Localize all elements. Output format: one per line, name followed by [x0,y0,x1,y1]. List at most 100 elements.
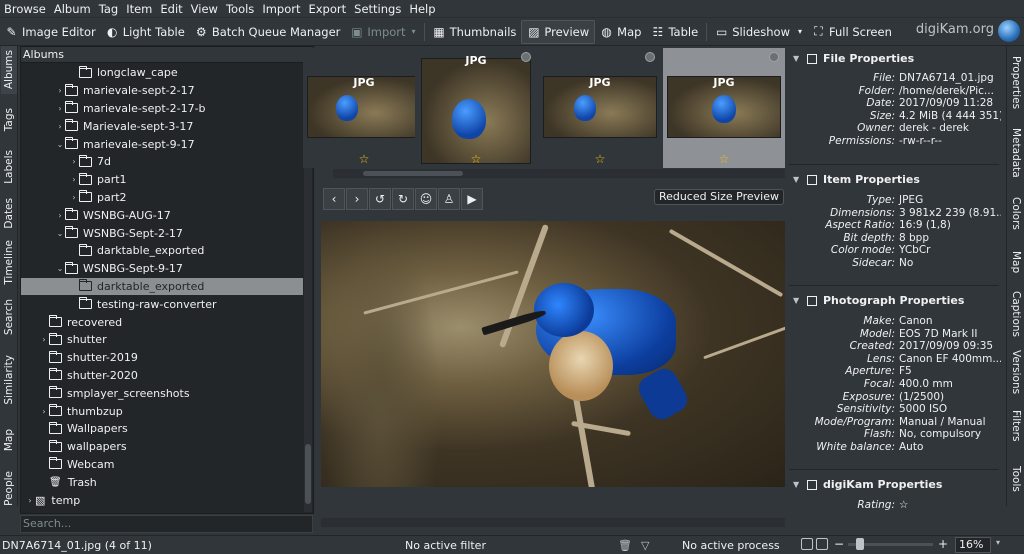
album-tree-item[interactable]: ⌄ marievale-sept-9-17 [21,135,303,153]
chevron-right-icon[interactable]: › [55,211,65,220]
album-tree-item[interactable]: recovered [21,313,303,331]
status-filter[interactable]: No active filter [405,539,486,552]
thumbnail-strip-scrollbar[interactable] [333,169,785,178]
menu-album[interactable]: Album [50,2,95,16]
sidebar-tab-search[interactable]: Search [1,290,17,344]
next-image-button[interactable]: › [346,188,368,210]
chevron-right-icon[interactable]: › [69,175,79,184]
album-tree-item[interactable]: shutter-2019 [21,349,303,367]
scrollbar-thumb[interactable] [363,171,463,176]
album-tree-item[interactable]: darktable_exported [21,277,303,296]
album-tree-item[interactable]: › 7d [21,153,303,171]
thumbnail-item-selected[interactable]: JPG ☆ [663,48,785,168]
menu-edit[interactable]: Edit [156,2,186,16]
album-tree-item[interactable]: Webcam [21,456,303,474]
thumbnails-button[interactable]: ▦ Thumbnails [428,20,522,44]
menu-view[interactable]: View [187,2,222,16]
zoom-100-icon[interactable] [816,538,828,550]
table-button[interactable]: ☷ Table [646,20,703,44]
zoom-in-icon[interactable]: + [938,537,948,551]
right-tab-properties[interactable]: Properties [1008,48,1024,118]
image-preview[interactable] [321,221,785,487]
sidebar-tab-timeline[interactable]: Timeline [1,236,17,288]
album-tree-item[interactable]: › thumbzup [21,402,303,420]
menu-item[interactable]: Item [122,2,156,16]
chevron-down-icon[interactable]: ⌄ [55,229,65,238]
album-tree-item[interactable]: › WSNBG-AUG-17 [21,206,303,224]
album-tree-item[interactable]: › ▧ temp [21,491,303,509]
album-tree-item[interactable]: › marievale-sept-2-17 [21,82,303,100]
rating-star-icon[interactable]: ☆ [539,152,661,166]
batch-queue-button[interactable]: ⚙ Batch Queue Manager [190,20,346,44]
album-tree-item[interactable]: › marievale-sept-2-17-b [21,100,303,118]
slideshow-button[interactable]: ▭ Slideshow ▾ [710,20,807,44]
digikam-properties-header[interactable]: ▼ digiKam Properties [793,478,999,491]
album-tree-item[interactable]: › shutter [21,331,303,349]
right-tab-colors[interactable]: Colors [1008,188,1024,238]
scrollbar-thumb[interactable] [305,444,311,504]
thumbnail-item-current[interactable]: JPG ☆ [415,48,537,168]
add-face-button[interactable]: ♙ [438,188,460,210]
rating-star-icon[interactable]: ☆ [415,152,537,166]
import-button[interactable]: ▣ Import ▾ [345,20,420,44]
filter-icon[interactable]: ▽ [641,539,649,552]
rating-star-icon[interactable]: ☆ [663,152,785,166]
menu-tools[interactable]: Tools [222,2,258,16]
rating-star-icon[interactable]: ☆ [303,152,425,166]
image-editor-button[interactable]: ✎ Image Editor [0,20,101,44]
chevron-right-icon[interactable]: › [55,122,65,131]
right-tab-map[interactable]: Map [1008,242,1024,282]
rotate-right-button[interactable]: ↻ [392,188,414,210]
face-tag-button[interactable]: ☺ [415,188,437,210]
thumbnail-item[interactable]: JPG ☆ [303,48,425,168]
chevron-right-icon[interactable]: › [55,104,65,113]
previous-image-button[interactable]: ‹ [323,188,345,210]
sidebar-tab-dates[interactable]: Dates [1,192,17,234]
chevron-down-icon[interactable]: ⌄ [55,264,65,273]
zoom-level-select[interactable]: 16% [955,537,991,553]
album-tree-item[interactable]: smplayer_screenshots [21,384,303,402]
album-tree-item[interactable]: shutter-2020 [21,367,303,385]
rotate-left-button[interactable]: ↺ [369,188,391,210]
album-tree-item[interactable]: wallpapers [21,438,303,456]
preview-scrollbar[interactable] [321,518,785,527]
map-button[interactable]: ◍ Map [595,20,646,44]
right-tab-metadata[interactable]: Metadata [1008,122,1024,184]
album-search-input[interactable]: Search... [20,515,313,533]
album-tree-item[interactable]: › Marievale-sept-3-17 [21,117,303,135]
chevron-down-icon[interactable]: ⌄ [55,140,65,149]
thumbnail-item[interactable]: JPG ☆ [539,48,661,168]
file-properties-header[interactable]: ▼ File Properties [793,52,999,65]
sidebar-tab-albums[interactable]: Albums [1,46,17,94]
sidebar-tab-similarity[interactable]: Similarity [1,346,17,414]
album-tree-item[interactable]: testing-raw-converter [21,295,303,313]
album-tree-item[interactable]: longclaw_cape [21,64,303,82]
zoom-slider-handle[interactable] [856,538,864,550]
album-tree-item[interactable]: ⌄ WSNBG-Sept-2-17 [21,224,303,242]
sidebar-tab-people[interactable]: People [1,466,17,506]
sidebar-tab-labels[interactable]: Labels [1,144,17,190]
menu-browse[interactable]: Browse [0,2,50,16]
menu-tag[interactable]: Tag [95,2,122,16]
sidebar-tab-tags[interactable]: Tags [1,98,17,142]
photograph-properties-header[interactable]: ▼ Photograph Properties [793,294,999,307]
album-tree-item[interactable]: ⌄ WSNBG-Sept-9-17 [21,260,303,278]
chevron-right-icon[interactable]: › [69,193,79,202]
menu-import[interactable]: Import [258,2,304,16]
menu-settings[interactable]: Settings [350,2,405,16]
menu-help[interactable]: Help [405,2,439,16]
album-tree-item[interactable]: 🗑 Trash [21,473,303,491]
menu-export[interactable]: Export [304,2,350,16]
light-table-button[interactable]: ◐ Light Table [101,20,190,44]
full-screen-button[interactable]: ⛶ Full Screen [807,20,897,44]
album-tree-item[interactable]: › part1 [21,171,303,189]
album-tree-item[interactable]: Wallpapers [21,420,303,438]
play-slideshow-button[interactable]: ▶ [461,188,483,210]
trash-icon[interactable]: 🗑 [618,539,632,552]
zoom-fit-icon[interactable] [801,538,813,550]
right-tab-captions[interactable]: Captions [1008,286,1024,342]
chevron-right-icon[interactable]: › [25,496,35,505]
chevron-right-icon[interactable]: › [55,86,65,95]
zoom-out-icon[interactable]: − [834,537,844,551]
right-tab-tools[interactable]: Tools [1008,454,1024,504]
